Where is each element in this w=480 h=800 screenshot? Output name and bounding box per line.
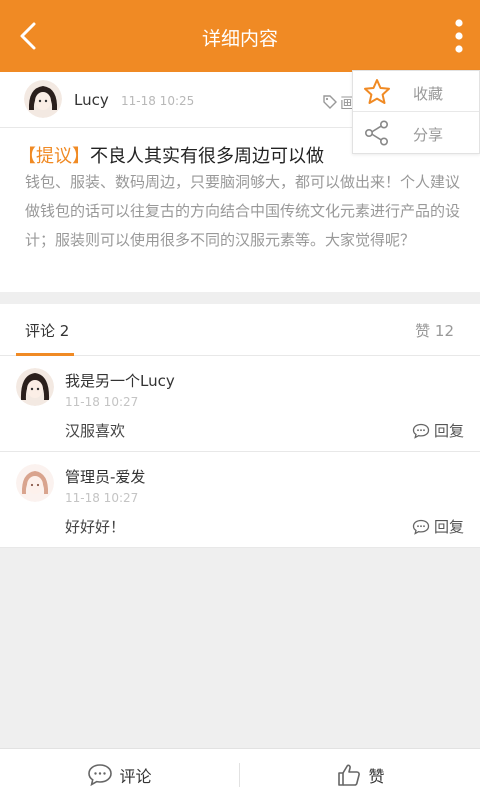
tab-comments[interactable]: 评论 2	[25, 320, 69, 341]
post-title: 【提议】不良人其实有很多周边可以做	[18, 142, 324, 168]
comment-icon	[88, 764, 113, 787]
like-button[interactable]: 赞	[241, 749, 480, 800]
comment-text: 汉服喜欢	[65, 422, 126, 440]
popup-item-favorite[interactable]: 收藏	[353, 71, 479, 112]
star-icon	[364, 79, 390, 104]
post-title-text: 不良人其实有很多周边可以做	[90, 146, 324, 167]
post-time: 11-18 10:25	[121, 94, 195, 108]
bottom-divider	[239, 763, 240, 787]
share-icon	[364, 120, 388, 146]
reply-button[interactable]: 回复	[412, 516, 464, 537]
comment-list: 我是另一个Lucy 11-18 10:27 汉服喜欢 回复 管理员-爱发 11-…	[0, 356, 480, 548]
comment-time: 11-18 10:27	[65, 395, 139, 409]
comment-button-label: 评论	[119, 767, 152, 786]
post-body: 钱包、服装、数码周边，只要脑洞够大，都可以做出来！个人建议做钱包的话可以往复古的…	[25, 173, 461, 249]
author-name[interactable]: Lucy	[74, 91, 109, 109]
chat-bubble-icon	[412, 519, 430, 535]
post-tag[interactable]: 画	[322, 92, 355, 113]
like-button-label: 赞	[368, 767, 385, 786]
top-bar: 详细内容	[0, 0, 480, 72]
reply-label: 回复	[433, 422, 464, 440]
popup-item-label: 分享	[413, 126, 444, 144]
comment-author[interactable]: 我是另一个Lucy	[65, 370, 175, 391]
thumbs-up-icon	[338, 764, 361, 786]
chat-bubble-icon	[412, 423, 430, 439]
comment-author[interactable]: 管理员-爱发	[65, 466, 145, 487]
avatar[interactable]	[24, 80, 62, 118]
popup-item-share[interactable]: 分享	[353, 112, 479, 153]
page-title: 详细内容	[201, 28, 278, 50]
list-item: 管理员-爱发 11-18 10:27 好好好！ 回复	[0, 452, 480, 548]
comment-text: 好好好！	[65, 518, 126, 536]
list-item: 我是另一个Lucy 11-18 10:27 汉服喜欢 回复	[0, 356, 480, 452]
comment-button[interactable]: 评论	[0, 749, 239, 800]
post-category: 【提议】	[18, 146, 90, 167]
avatar[interactable]	[16, 368, 54, 406]
popup-item-label: 收藏	[413, 85, 444, 103]
reply-button[interactable]: 回复	[412, 420, 464, 441]
tab-likes[interactable]: 赞 12	[415, 320, 454, 341]
avatar[interactable]	[16, 464, 54, 502]
bottom-action-bar: 评论 赞	[0, 748, 480, 800]
tag-icon	[323, 95, 337, 109]
more-button[interactable]	[452, 18, 466, 54]
more-vertical-icon	[455, 19, 463, 53]
reply-label: 回复	[433, 518, 464, 536]
comment-like-tabs: 评论 2 赞 12	[0, 304, 480, 356]
action-popup-menu: 收藏 分享	[352, 70, 480, 154]
comment-time: 11-18 10:27	[65, 491, 139, 505]
section-divider	[0, 292, 480, 304]
